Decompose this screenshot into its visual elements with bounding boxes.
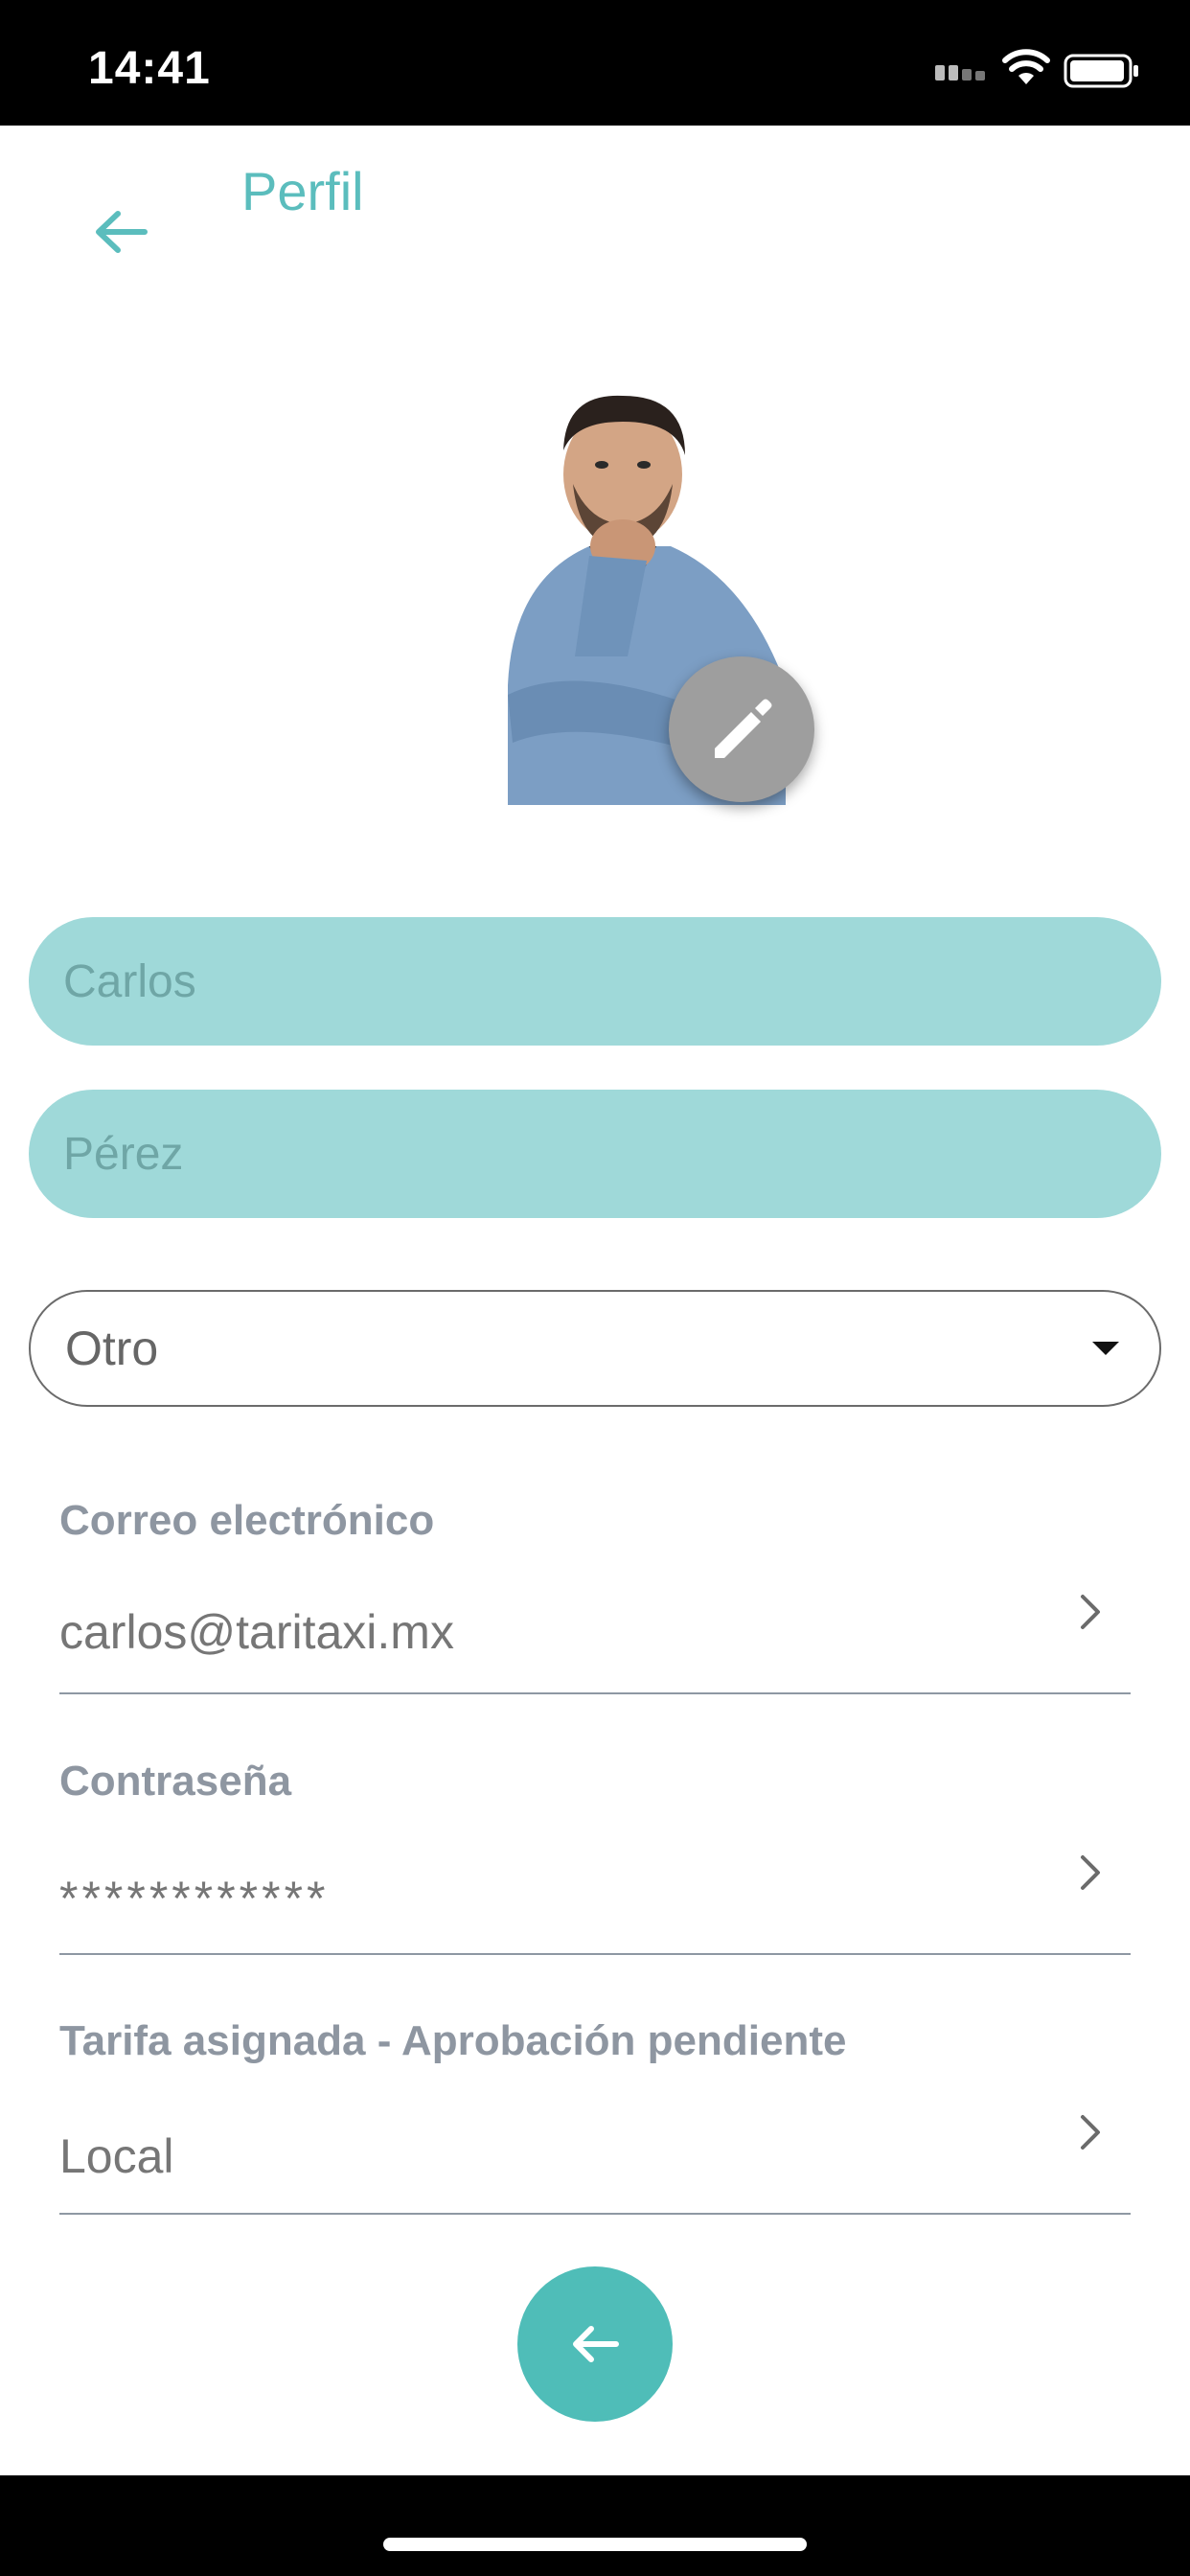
pencil-icon <box>715 699 772 758</box>
arrow-left-icon <box>573 2326 619 2362</box>
chevron-right-icon <box>1081 1855 1100 1890</box>
status-bar: 14:41 <box>0 0 1190 126</box>
password-row[interactable]: Contraseña ************ <box>59 1746 1131 1955</box>
gender-select[interactable]: Otro <box>29 1290 1161 1407</box>
email-row[interactable]: Correo electrónico carlos@taritaxi.mx <box>59 1485 1131 1694</box>
back-button[interactable] <box>88 198 155 265</box>
battery-icon <box>1064 54 1138 88</box>
password-value: ************ <box>59 1872 330 1925</box>
fab-back-button[interactable] <box>517 2266 673 2422</box>
gender-selected-value: Otro <box>65 1322 159 1375</box>
wifi-icon <box>1002 49 1050 84</box>
chevron-right-icon <box>1081 1595 1100 1629</box>
arrow-left-icon <box>96 211 148 253</box>
first-name-input[interactable] <box>29 917 1161 1046</box>
chevron-right-icon <box>1081 2115 1100 2150</box>
tariff-value: Local <box>59 2129 174 2183</box>
profile-photo <box>422 369 843 819</box>
tariff-label: Tarifa asignada - Aprobación pendiente <box>59 2017 847 2064</box>
home-indicator[interactable] <box>383 2538 807 2551</box>
page-title: Perfil <box>241 161 364 221</box>
home-bar <box>0 2475 1190 2576</box>
password-label: Contraseña <box>59 1758 292 1805</box>
dropdown-caret-icon <box>1092 1342 1119 1355</box>
header: Perfil <box>0 126 1190 317</box>
tariff-row[interactable]: Tarifa asignada - Aprobación pendiente L… <box>59 2006 1131 2215</box>
edit-photo-button[interactable] <box>669 656 814 802</box>
email-label: Correo electrónico <box>59 1497 435 1544</box>
last-name-input[interactable] <box>29 1090 1161 1218</box>
status-time: 14:41 <box>88 43 211 94</box>
email-value: carlos@taritaxi.mx <box>59 1605 454 1659</box>
signal-icon <box>935 65 985 80</box>
